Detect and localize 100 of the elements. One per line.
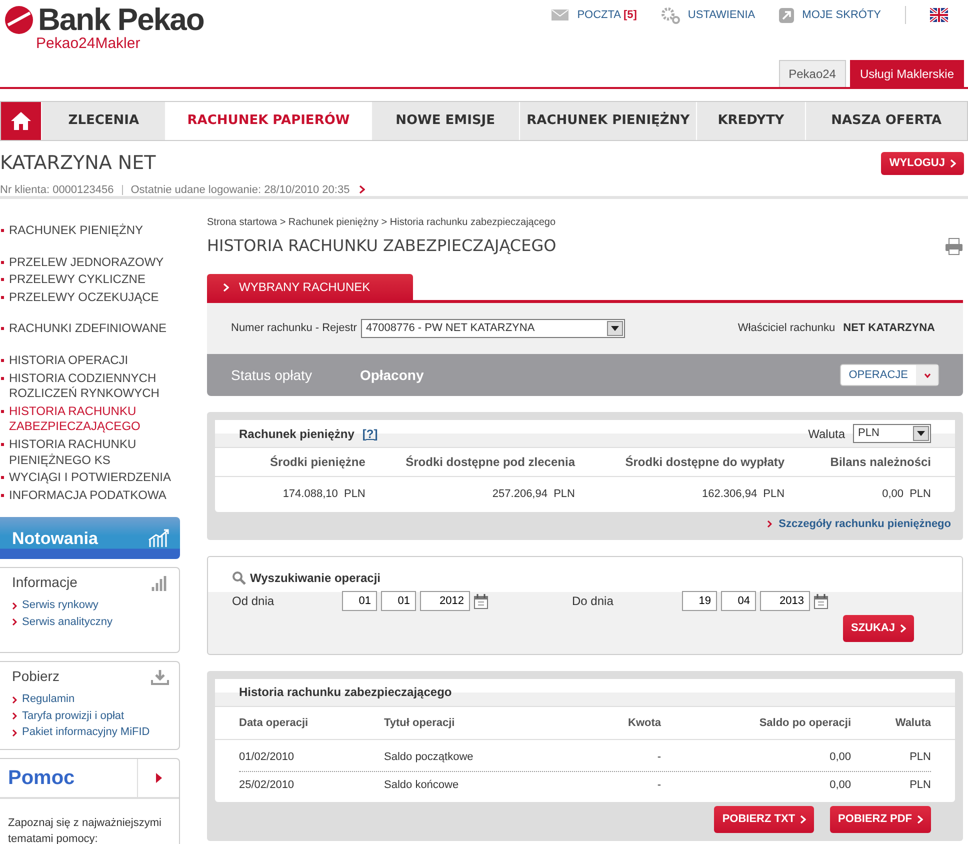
download-icon	[151, 668, 169, 685]
owner-label: Właściciel rachunku	[738, 321, 836, 336]
site-tab[interactable]: Pekao24	[778, 60, 846, 87]
bullet-icon	[1, 260, 4, 264]
operations-button[interactable]: OPERACJE	[840, 364, 939, 386]
table-cell-text: 0,00	[828, 778, 851, 792]
gear-icon	[660, 6, 680, 24]
mail-icon	[551, 8, 570, 22]
day-field[interactable]: 19	[682, 591, 717, 611]
dropdown-arrow-icon	[610, 326, 619, 331]
month-field[interactable]: 01	[381, 591, 416, 611]
column-header: Bilans należności	[829, 454, 931, 471]
table-cell-text: 01/02/2010	[239, 750, 296, 765]
download-button[interactable]: POBIERZ TXT	[714, 806, 814, 832]
day-field[interactable]: 01	[342, 591, 377, 611]
table-cell-text: 0,00 PLN	[881, 487, 931, 502]
logo-subtitle: Pekao24Makler	[36, 35, 142, 53]
box-title: Historia rachunku zabezpieczającego	[239, 684, 452, 701]
search-icon	[232, 571, 246, 585]
account-tab[interactable]: WYBRANY RACHUNEK	[207, 274, 413, 300]
column-header: Waluta	[894, 716, 931, 730]
date-label: Od dnia	[232, 593, 276, 610]
page-title: HISTORIA RACHUNKU ZABEZPIECZAJĄCEGO	[207, 235, 556, 257]
column-header: Kwota	[627, 716, 661, 730]
sidebar-item[interactable]: HISTORIA RACHUNKU PIENIĘŻNEGO KS	[0, 436, 180, 468]
bullet-icon	[1, 278, 4, 282]
logout-button[interactable]: WYLOGUJ	[881, 152, 964, 174]
bullet-icon	[1, 442, 4, 446]
logo-text: Bank Pekao	[38, 4, 204, 35]
bullet-icon	[1, 476, 4, 480]
chevron-right-icon	[800, 814, 806, 824]
help-link[interactable]: [?]	[362, 424, 378, 442]
table-cell-text: -	[656, 778, 661, 792]
sidebar-item[interactable]: HISTORIA CODZIENNYCH ROZLICZEŃ RYNKOWYCH	[0, 370, 180, 402]
panel-link[interactable]: Taryfa prowizji i opłat	[12, 708, 169, 724]
sidebar-item[interactable]: HISTORIA RACHUNKU ZABEZPIECZAJĄCEGO	[0, 404, 180, 435]
account-select[interactable]: 47008776 - PW NET KATARZYNA	[360, 319, 625, 338]
column-header: Data operacji	[239, 716, 310, 730]
arrow-icon	[779, 8, 794, 22]
download-button[interactable]: POBIERZ PDF	[830, 806, 931, 832]
details-link[interactable]: Szczegóły rachunku pieniężnego	[778, 516, 951, 532]
banner-title: Notowania	[12, 528, 98, 550]
select-value: 47008776 - PW NET KATARZYNA	[366, 321, 535, 336]
home-icon	[10, 111, 32, 131]
search-button[interactable]: SZUKAJ	[842, 615, 914, 642]
date-label: Do dnia	[572, 593, 614, 610]
sidebar-item[interactable]: RACHUNEK PIENIĘŻNY	[0, 223, 180, 239]
panel-link[interactable]: Serwis analityczny	[12, 614, 169, 630]
table-cell-text: 25/02/2010	[239, 778, 296, 792]
caret-icon	[924, 372, 930, 378]
column-header: Saldo po operacji	[758, 716, 851, 730]
chevron-right-icon	[223, 282, 229, 292]
sidebar-item[interactable]: RACHUNKI ZDEFINIOWANE	[0, 321, 180, 337]
home-button[interactable]	[1, 102, 41, 140]
bullet-icon	[1, 494, 4, 497]
calendar-icon	[474, 594, 488, 608]
sidebar-item[interactable]: PRZELEW JEDNORAZOWY	[0, 254, 180, 270]
month-field[interactable]: 04	[721, 591, 756, 611]
panel-link[interactable]: Serwis rynkowy	[12, 597, 169, 614]
sidebar-item[interactable]: HISTORIA OPERACJI	[0, 352, 180, 369]
search-title: Wyszukiwanie operacji	[250, 570, 380, 587]
chevron-right-icon	[950, 158, 956, 168]
site-tab[interactable]: Usługi Maklerskie	[850, 60, 964, 87]
sidebar-item[interactable]: PRZELEWY CYKLICZNE	[0, 272, 180, 288]
owner-name: NET KATARZYNA	[843, 321, 935, 336]
user-name: KATARZYNA NET	[0, 151, 156, 176]
table-cell-text: 174.088,10 PLN	[282, 487, 366, 502]
bars-icon	[151, 574, 169, 591]
table-cell-text: 0,00	[828, 750, 851, 765]
currency-select[interactable]: PLN	[853, 424, 931, 443]
top-link[interactable]: MOJE SKRÓTY	[802, 6, 881, 24]
chevron-right-icon	[917, 814, 923, 824]
print-icon	[945, 238, 963, 254]
status-value: Opłacony	[360, 366, 424, 385]
bullet-icon	[1, 410, 4, 413]
chart-icon	[148, 528, 170, 548]
top-link[interactable]: USTAWIENIA	[688, 6, 756, 24]
client-number: Nr klienta: 0000123456	[0, 182, 114, 198]
sidebar-item[interactable]: PRZELEWY OCZEKUJĄCE	[0, 290, 180, 306]
sidebar-item[interactable]: WYCIĄGI I POTWIERDZENIA	[0, 470, 180, 486]
chevron-right-icon	[358, 185, 365, 194]
column-header: Środki dostępne do wypłaty	[624, 454, 785, 471]
sidebar-item[interactable]: INFORMACJA PODATKOWA	[0, 488, 180, 504]
nav-tab[interactable]: ZLECENIA	[41, 102, 166, 140]
year-field[interactable]: 2013	[760, 591, 810, 611]
nav-tab[interactable]: RACHUNEK PAPIERÓW	[165, 102, 371, 140]
bullet-icon	[1, 327, 4, 330]
table-cell-text: 162.306,94 PLN	[701, 487, 785, 502]
year-field[interactable]: 2012	[420, 591, 470, 611]
column-header: Tytuł operacji	[384, 716, 456, 730]
nav-tab[interactable]: RACHUNEK PIENIĘŻNY	[518, 102, 696, 140]
panel-title: Pobierz	[12, 667, 60, 686]
panel-link[interactable]: Regulamin	[12, 691, 169, 708]
top-link[interactable]: POCZTA [5]	[577, 6, 637, 24]
last-login: Ostatnie udane logowanie: 28/10/2010 20:35	[130, 182, 350, 198]
help-title: Pomoc	[7, 766, 76, 791]
status-label: Status opłaty	[231, 366, 312, 385]
panel-link[interactable]: Pakiet informacyjny MiFID	[12, 724, 169, 741]
chevron-right-icon	[900, 624, 906, 633]
bullet-icon	[1, 358, 4, 362]
